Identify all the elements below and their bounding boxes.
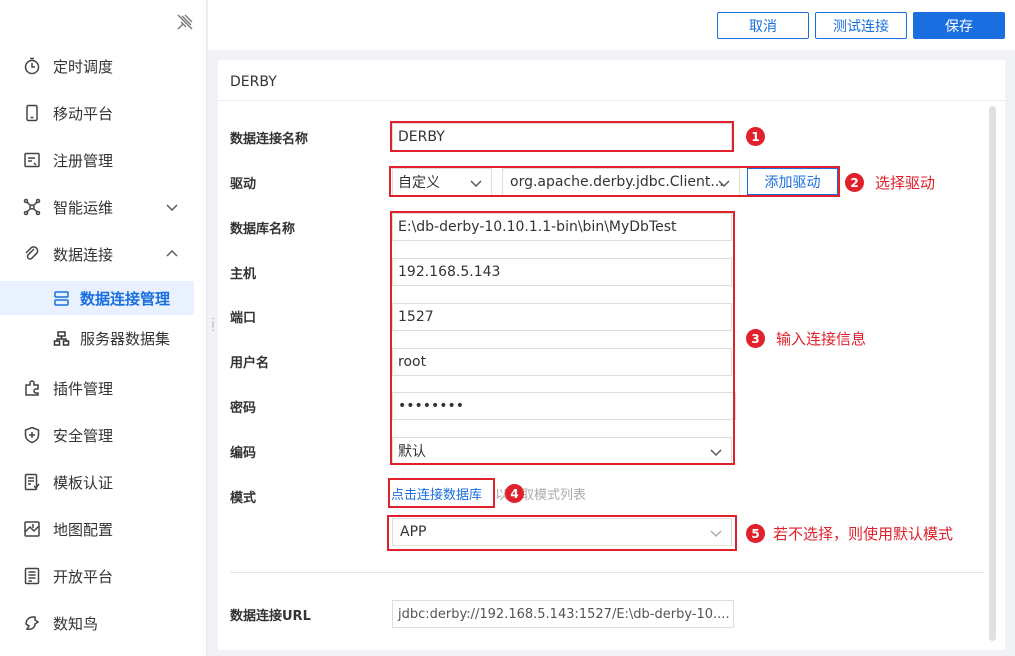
- timer-icon: [24, 57, 40, 75]
- port-label: 端口: [230, 311, 257, 326]
- password-label: 密码: [230, 401, 257, 416]
- annotation-text: 选择驱动: [875, 174, 936, 192]
- sidebar-item-label: 安全管理: [53, 426, 114, 445]
- template-icon: [24, 473, 40, 491]
- plugin-icon: [25, 380, 39, 396]
- add-driver-button[interactable]: 添加驱动: [747, 168, 838, 195]
- annotation-text: 输入连接信息: [776, 330, 867, 348]
- scrollbar[interactable]: [989, 106, 996, 641]
- host-label: 主机: [230, 267, 257, 282]
- pin-icon[interactable]: [176, 13, 194, 31]
- annotation-badge: 4: [505, 484, 524, 503]
- encoding-value: 默认: [398, 444, 426, 460]
- driver-type-value: 自定义: [398, 175, 440, 191]
- driver-class-value: org.apache.derby.jdbc.Client...: [510, 174, 724, 190]
- annotation-badge: 5: [746, 524, 765, 543]
- panel-title: DERBY: [230, 74, 277, 90]
- password-input[interactable]: ••••••••: [392, 392, 736, 420]
- sidebar-item-label: 数据连接: [53, 245, 114, 264]
- ops-icon: [23, 198, 41, 216]
- chevron-up-icon: [166, 250, 178, 257]
- sidebar-item-label: 模板认证: [53, 473, 114, 492]
- dbname-label: 数据库名称: [230, 222, 296, 237]
- connect-db-link[interactable]: 点击连接数据库: [391, 484, 482, 503]
- chevron-down-icon: [710, 530, 722, 537]
- sidebar-item-label: 智能运维: [53, 198, 114, 217]
- sidebar-item-register[interactable]: 注册管理: [0, 140, 207, 180]
- map-icon: [24, 521, 40, 537]
- sidebar-subitem-label: 数据连接管理: [80, 289, 171, 308]
- annotation-badge: 1: [746, 127, 765, 146]
- schema-select[interactable]: APP: [392, 518, 732, 546]
- bird-icon: [25, 616, 40, 630]
- annotation-text: 若不选择，则使用默认模式: [773, 525, 954, 543]
- encoding-select[interactable]: 默认: [392, 437, 732, 465]
- annotation-badge: 2: [845, 173, 864, 192]
- sidebar-item-mobile[interactable]: 移动平台: [0, 93, 207, 133]
- chevron-down-icon: [470, 180, 482, 187]
- connection-name-input[interactable]: DERBY: [392, 123, 732, 151]
- sidebar-item-label: 开放平台: [53, 567, 114, 586]
- sidebar-item-label: 移动平台: [53, 104, 114, 123]
- encoding-label: 编码: [230, 446, 257, 461]
- url-input[interactable]: jdbc:derby://192.168.5.143:1527/E:\db-de…: [392, 600, 734, 628]
- sidebar-item-label: 地图配置: [53, 520, 114, 539]
- sidebar: 定时调度 移动平台 注册管理 智能运维 数据连接 数据连接管理 服务器数据集 插…: [0, 0, 207, 656]
- register-icon: [24, 152, 40, 168]
- toolbar: 取消 测试连接 保存: [208, 0, 1015, 50]
- open-platform-icon: [24, 567, 40, 585]
- db-manage-icon: [54, 290, 69, 306]
- driver-type-select[interactable]: 自定义: [392, 168, 492, 196]
- sidebar-item-open-platform[interactable]: 开放平台: [0, 556, 207, 596]
- host-input[interactable]: 192.168.5.143: [392, 258, 732, 286]
- port-input[interactable]: 1527: [392, 303, 732, 331]
- sidebar-item-template[interactable]: 模板认证: [0, 462, 207, 502]
- save-button[interactable]: 保存: [913, 12, 1005, 39]
- username-input[interactable]: root: [392, 348, 732, 376]
- url-label: 数据连接URL: [230, 609, 311, 624]
- cancel-button[interactable]: 取消: [717, 12, 809, 39]
- divider: [230, 572, 984, 573]
- name-label: 数据连接名称: [230, 132, 309, 147]
- test-connection-button[interactable]: 测试连接: [815, 12, 907, 39]
- link-icon: [25, 246, 39, 260]
- sidebar-subitem-label: 服务器数据集: [80, 329, 171, 348]
- server-dataset-icon: [53, 330, 70, 346]
- sidebar-item-map[interactable]: 地图配置: [0, 509, 207, 549]
- sidebar-item-data-connection[interactable]: 数据连接: [0, 234, 207, 274]
- driver-class-select[interactable]: org.apache.derby.jdbc.Client...: [502, 168, 740, 196]
- divider: [218, 100, 1005, 101]
- sidebar-item-label: 数知鸟: [53, 614, 99, 633]
- chevron-down-icon: [710, 449, 722, 456]
- sidebar-subitem-server-dataset[interactable]: 服务器数据集: [0, 321, 194, 355]
- chevron-down-icon: [718, 180, 730, 187]
- sidebar-item-security[interactable]: 安全管理: [0, 415, 207, 455]
- schema-value: APP: [400, 524, 427, 540]
- sidebar-item-label: 注册管理: [53, 151, 114, 170]
- chevron-down-icon: [166, 204, 178, 211]
- mobile-icon: [26, 104, 38, 122]
- annotation-badge: 3: [746, 329, 765, 348]
- schema-label: 模式: [230, 491, 257, 506]
- sidebar-subitem-db-manage[interactable]: 数据连接管理: [0, 281, 194, 315]
- driver-label: 驱动: [230, 177, 257, 192]
- sidebar-item-ops[interactable]: 智能运维: [0, 187, 207, 227]
- sidebar-item-label: 插件管理: [53, 379, 114, 398]
- sidebar-resize-handle[interactable]: ⋮ ⋮: [208, 318, 218, 336]
- user-label: 用户名: [230, 356, 270, 371]
- sidebar-item-shuzhiniao[interactable]: 数知鸟: [0, 603, 207, 643]
- sidebar-item-label: 定时调度: [53, 57, 114, 76]
- dbname-input[interactable]: E:\db-derby-10.10.1.1-bin\bin\MyDbTest: [392, 213, 732, 241]
- sidebar-item-schedule[interactable]: 定时调度: [0, 46, 207, 86]
- sidebar-item-plugin[interactable]: 插件管理: [0, 368, 207, 408]
- shield-icon: [24, 426, 40, 444]
